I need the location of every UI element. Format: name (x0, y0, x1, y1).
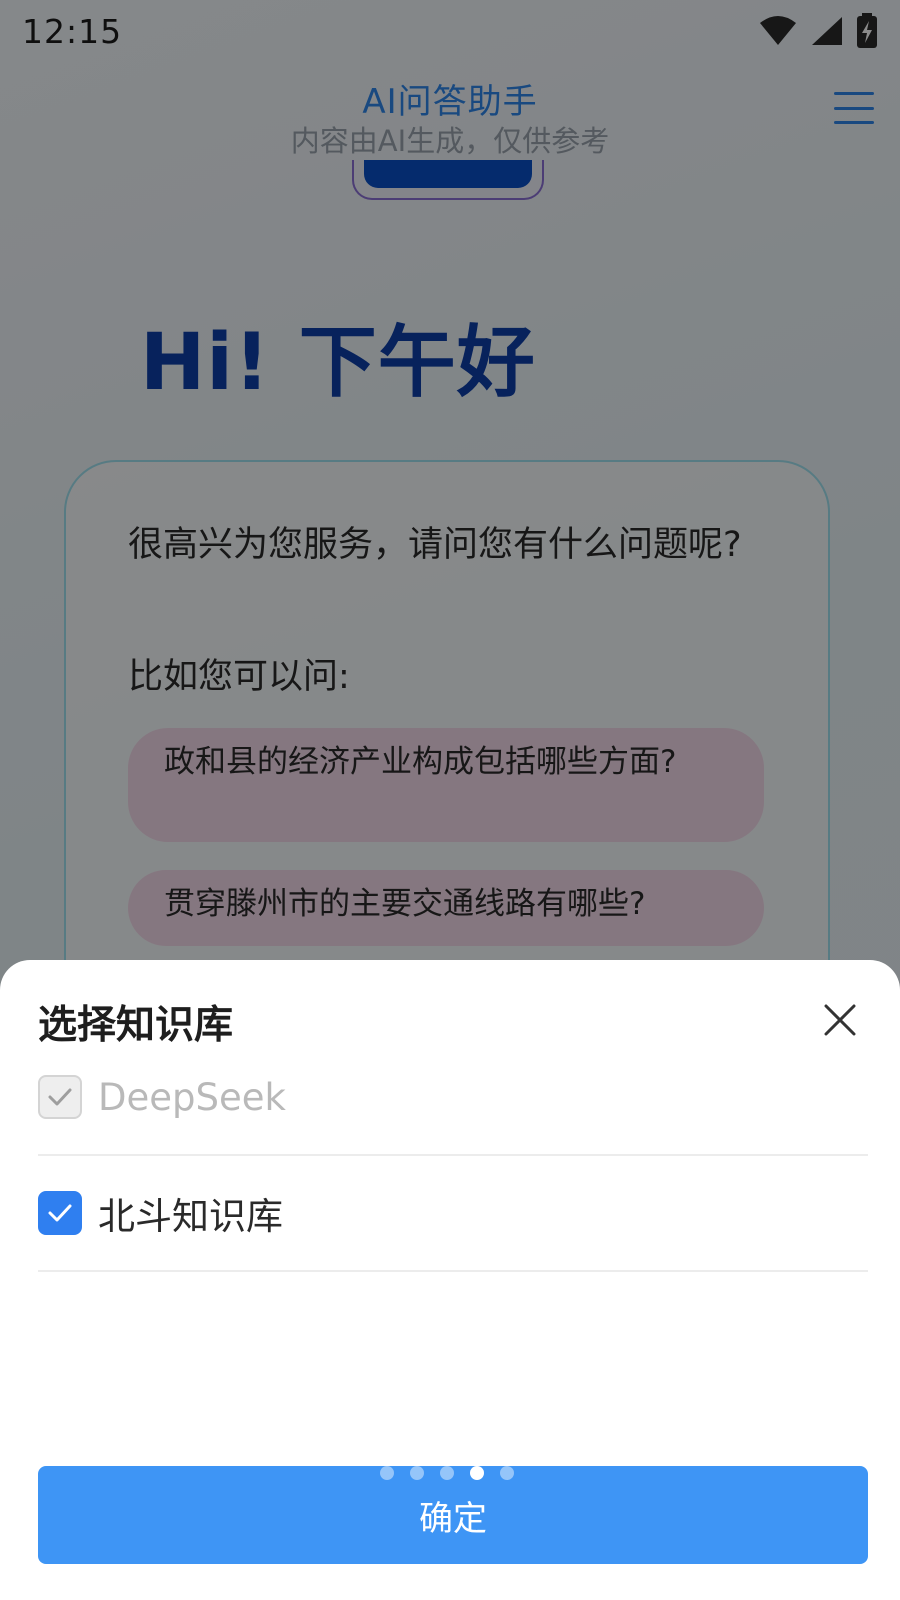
pager-dots (380, 1466, 514, 1480)
pager-dot (500, 1466, 514, 1480)
pager-dot (380, 1466, 394, 1480)
option-label-deepseek: DeepSeek (98, 1075, 286, 1119)
close-icon[interactable] (818, 998, 862, 1042)
pager-dot (440, 1466, 454, 1480)
pager-dot-active (470, 1466, 484, 1480)
option-row-beidou: 北斗知识库 (38, 1156, 868, 1272)
knowledge-base-sheet: 选择知识库 DeepSeek 北斗知识库 确定 (0, 960, 900, 1600)
checkbox-deepseek[interactable] (38, 1075, 82, 1119)
option-row-deepseek: DeepSeek (38, 1040, 868, 1156)
option-label-beidou: 北斗知识库 (98, 1195, 283, 1238)
checkbox-beidou[interactable] (38, 1191, 82, 1235)
confirm-button[interactable]: 确定 (38, 1466, 868, 1564)
pager-dot (410, 1466, 424, 1480)
